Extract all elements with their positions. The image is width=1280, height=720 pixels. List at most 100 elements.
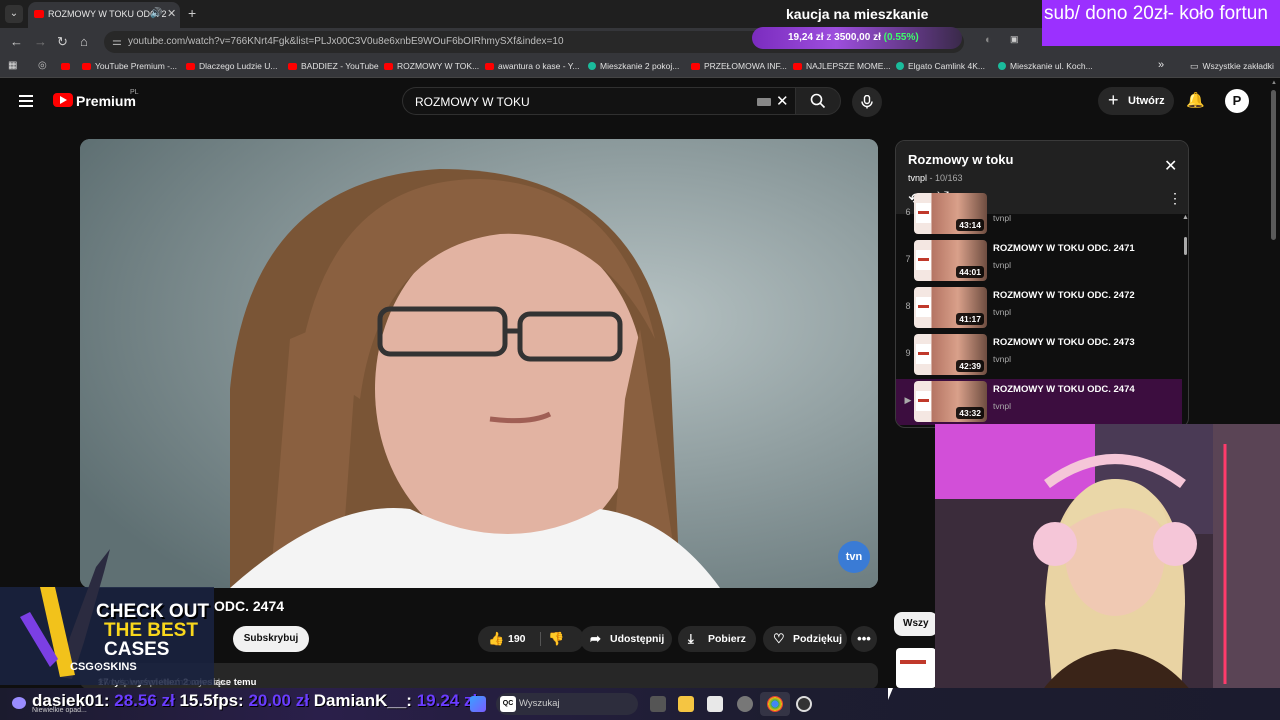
item-title[interactable]: ROZMOWY W TOKU ODC. 2472 [993,290,1135,301]
voice-search-button[interactable] [852,87,882,117]
playlist-item-current[interactable]: ▶ 43:32 ROZMOWY W TOKU ODC. 2474 tvnpl [896,379,1182,425]
reload-button[interactable]: ↻ [57,34,68,50]
bookmark-item[interactable]: YouTube Premium -... [82,61,177,71]
url-text[interactable]: youtube.com/watch?v=766KNrt4Fgk&list=PLJ… [128,36,564,47]
playlist-scrollbar[interactable] [1184,237,1187,255]
extension-icon[interactable]: ▣ [1010,34,1019,45]
search-button[interactable] [795,87,841,115]
bookmark-item[interactable]: Mieszkanie 2 pokoj... [588,61,679,71]
site-info-icon[interactable]: ⚌ [112,35,122,48]
tab-title: ROZMOWY W TOKU ODC. 2 [48,9,167,19]
playlist-panel: Rozmowy w toku tvnpl - 10/163 ✕ ⟲ ⤮ ⋮ 6 … [895,140,1189,428]
item-title[interactable]: ROZMOWY W TOKU ODC. 2473 [993,337,1135,348]
divider [540,632,541,646]
page-scrollbar[interactable] [1271,90,1276,240]
donation-goal-title: kaucja na mieszkanie [786,6,929,22]
chrome-icon[interactable] [767,696,783,712]
bell-icon[interactable]: 🔔 [1186,91,1205,109]
extension-icon[interactable]: ◐ [985,34,992,46]
create-button[interactable]: Utwórz [1098,86,1174,115]
subscribe-button[interactable]: Subskrybuj [233,626,309,652]
chrome-icon[interactable]: ◎ [38,60,47,71]
video-title: ODC. 2474 [214,598,285,614]
start-icon[interactable] [470,696,486,712]
avatar[interactable]: P [1225,89,1249,113]
tab-search-button[interactable]: ⌄ [5,5,23,23]
video-thumbnail[interactable]: 42:39 [914,334,987,375]
keyboard-icon[interactable] [757,98,771,106]
screen: ⌄ ROZMOWY W TOKU ODC. 2 🔊 ✕ + ← → ↻ ⌂ ⚌ … [0,0,1280,720]
more-actions-button[interactable]: ••• [851,626,877,652]
new-tab-button[interactable]: + [188,5,196,21]
bookmark-item[interactable]: NAJLEPSZE MOME... [793,61,891,71]
bookmarks-bar: ▦ ◎ YouTube Premium -... Dlaczego Ludzie… [0,56,1280,78]
file-explorer-icon[interactable] [678,696,694,712]
donation-ticker: dasiek01: 28.56 zł 15.5fps: 20.00 zł Dam… [32,691,478,710]
tab-close-icon[interactable]: ✕ [167,7,176,20]
forward-button[interactable]: → [34,34,47,49]
settings-icon[interactable] [737,696,753,712]
speaker-icon[interactable]: 🔊 [150,8,162,19]
more-bookmarks-button[interactable]: » [1158,59,1164,71]
playlist-items: 6 43:14 tvnpl 7 44:01 ROZMOWY W TOKU ODC… [896,193,1188,427]
item-title[interactable]: ROZMOWY W TOKU ODC. 2471 [993,243,1135,254]
webcam-feed [935,424,1280,720]
thanks-button[interactable]: ♡ Podziękuj [763,626,847,652]
download-button[interactable]: ⤓ Pobierz [678,626,756,652]
bookmark-item[interactable]: BADDIEZ - YouTube [288,61,379,71]
bookmark-item[interactable]: PRZEŁOMOWA INF... [691,61,787,71]
thumbs-up-icon[interactable]: 👍 [488,626,504,652]
duration-badge: 44:01 [956,266,984,278]
bookmark-item[interactable]: ROZMOWY W TOK... [384,61,479,71]
playlist-item[interactable]: 7 44:01 ROZMOWY W TOKU ODC. 2471 tvnpl [896,238,1182,284]
scroll-up-arrow[interactable]: ▲ [1182,214,1188,221]
all-bookmarks-button[interactable]: ▭ Wszystkie zakładki [1190,61,1274,72]
heart-dollar-icon: ♡ [773,631,785,646]
page-scroll-up[interactable]: ▲ [1271,80,1277,86]
obs-icon[interactable] [796,696,812,712]
task-view-icon[interactable] [650,696,666,712]
store-icon[interactable] [707,696,723,712]
bookmark-item[interactable] [61,61,74,71]
back-button[interactable]: ← [10,34,23,49]
youtube-logo-icon[interactable] [53,93,73,107]
ad-title-line-2: THE BEST CASES [104,620,198,660]
webcam-overlay [935,424,1280,720]
playlist-title[interactable]: Rozmowy w toku [908,152,1013,167]
search-input[interactable]: ROZMOWY W TOKU ✕ [402,87,796,115]
recommended-thumbnail[interactable] [896,648,936,688]
share-button[interactable]: ➦ Udostępnij [580,626,672,652]
video-thumbnail[interactable]: 43:32 [914,381,987,422]
tvn-watermark: tvn [838,541,870,573]
close-icon[interactable]: ✕ [1164,156,1177,176]
playlist-item[interactable]: 8 41:17 ROZMOWY W TOKU ODC. 2472 tvnpl [896,285,1182,331]
video-player[interactable] [80,139,878,588]
sponsor-ad-overlay: CHECK OUT THE BEST CASES CSG⊙SKINS [0,547,214,685]
bookmark-item[interactable]: awantura o kase - Y... [485,61,579,71]
bookmark-item[interactable]: Mieszkanie ul. Koch... [998,61,1093,71]
item-title[interactable]: ROZMOWY W TOKU ODC. 2474 [993,384,1135,395]
search-value[interactable]: ROZMOWY W TOKU [415,95,530,109]
filter-chip-all[interactable]: Wszy [894,612,938,636]
search-badge-icon: QC [500,696,516,712]
taskbar-search[interactable]: QC Wyszukaj [496,693,638,715]
item-channel: tvnpl [993,354,1011,364]
menu-icon[interactable] [19,95,33,107]
playlist-item[interactable]: 9 42:39 ROZMOWY W TOKU ODC. 2473 tvnpl [896,332,1182,378]
home-button[interactable]: ⌂ [80,34,88,49]
bookmark-item[interactable]: Dlaczego Ludzie U... [186,61,277,71]
youtube-logo-text[interactable]: Premium [76,93,136,109]
clear-search-icon[interactable]: ✕ [776,92,789,110]
weather-icon[interactable] [12,697,26,709]
item-channel: tvnpl [993,401,1011,411]
donation-banner: sub/ dono 20zł- koło fortun [1042,0,1280,46]
video-thumbnail[interactable]: 44:01 [914,240,987,281]
apps-icon[interactable]: ▦ [8,60,17,71]
video-thumbnail[interactable]: 41:17 [914,287,987,328]
browser-tab-active[interactable]: ROZMOWY W TOKU ODC. 2 🔊 ✕ [28,2,180,28]
video-thumbnail[interactable]: 43:14 [914,193,987,234]
bookmark-item[interactable]: Elgato Camlink 4K... [896,61,985,71]
like-count[interactable]: 190 [508,626,526,652]
playlist-item[interactable]: 6 43:14 tvnpl [896,191,1182,237]
thumbs-down-icon[interactable]: 👎 [548,626,564,652]
